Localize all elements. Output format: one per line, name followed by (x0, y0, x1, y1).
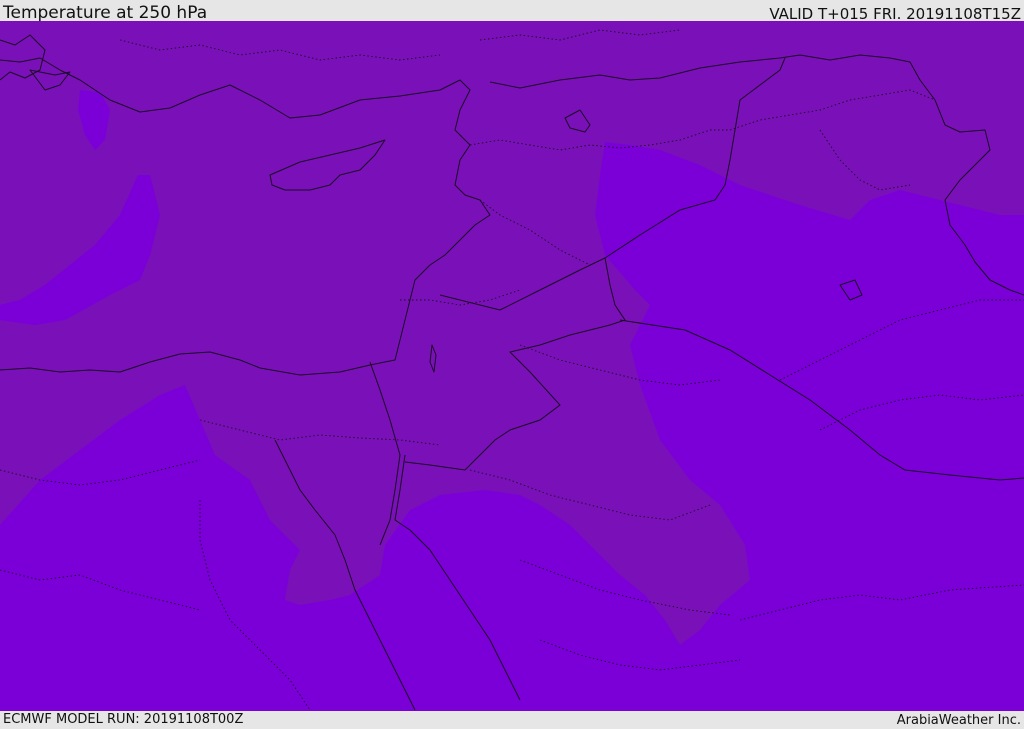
temperature-map (0, 21, 1024, 711)
model-run: ECMWF MODEL RUN: 20191108T00Z (3, 712, 244, 727)
bottom-footer-bar: ECMWF MODEL RUN: 20191108T00Z ArabiaWeat… (0, 711, 1024, 729)
credit-label: ArabiaWeather Inc. (896, 713, 1021, 728)
map-title: Temperature at 250 hPa (3, 3, 208, 23)
top-header-bar: Temperature at 250 hPa VALID T+015 FRI. … (0, 0, 1024, 23)
